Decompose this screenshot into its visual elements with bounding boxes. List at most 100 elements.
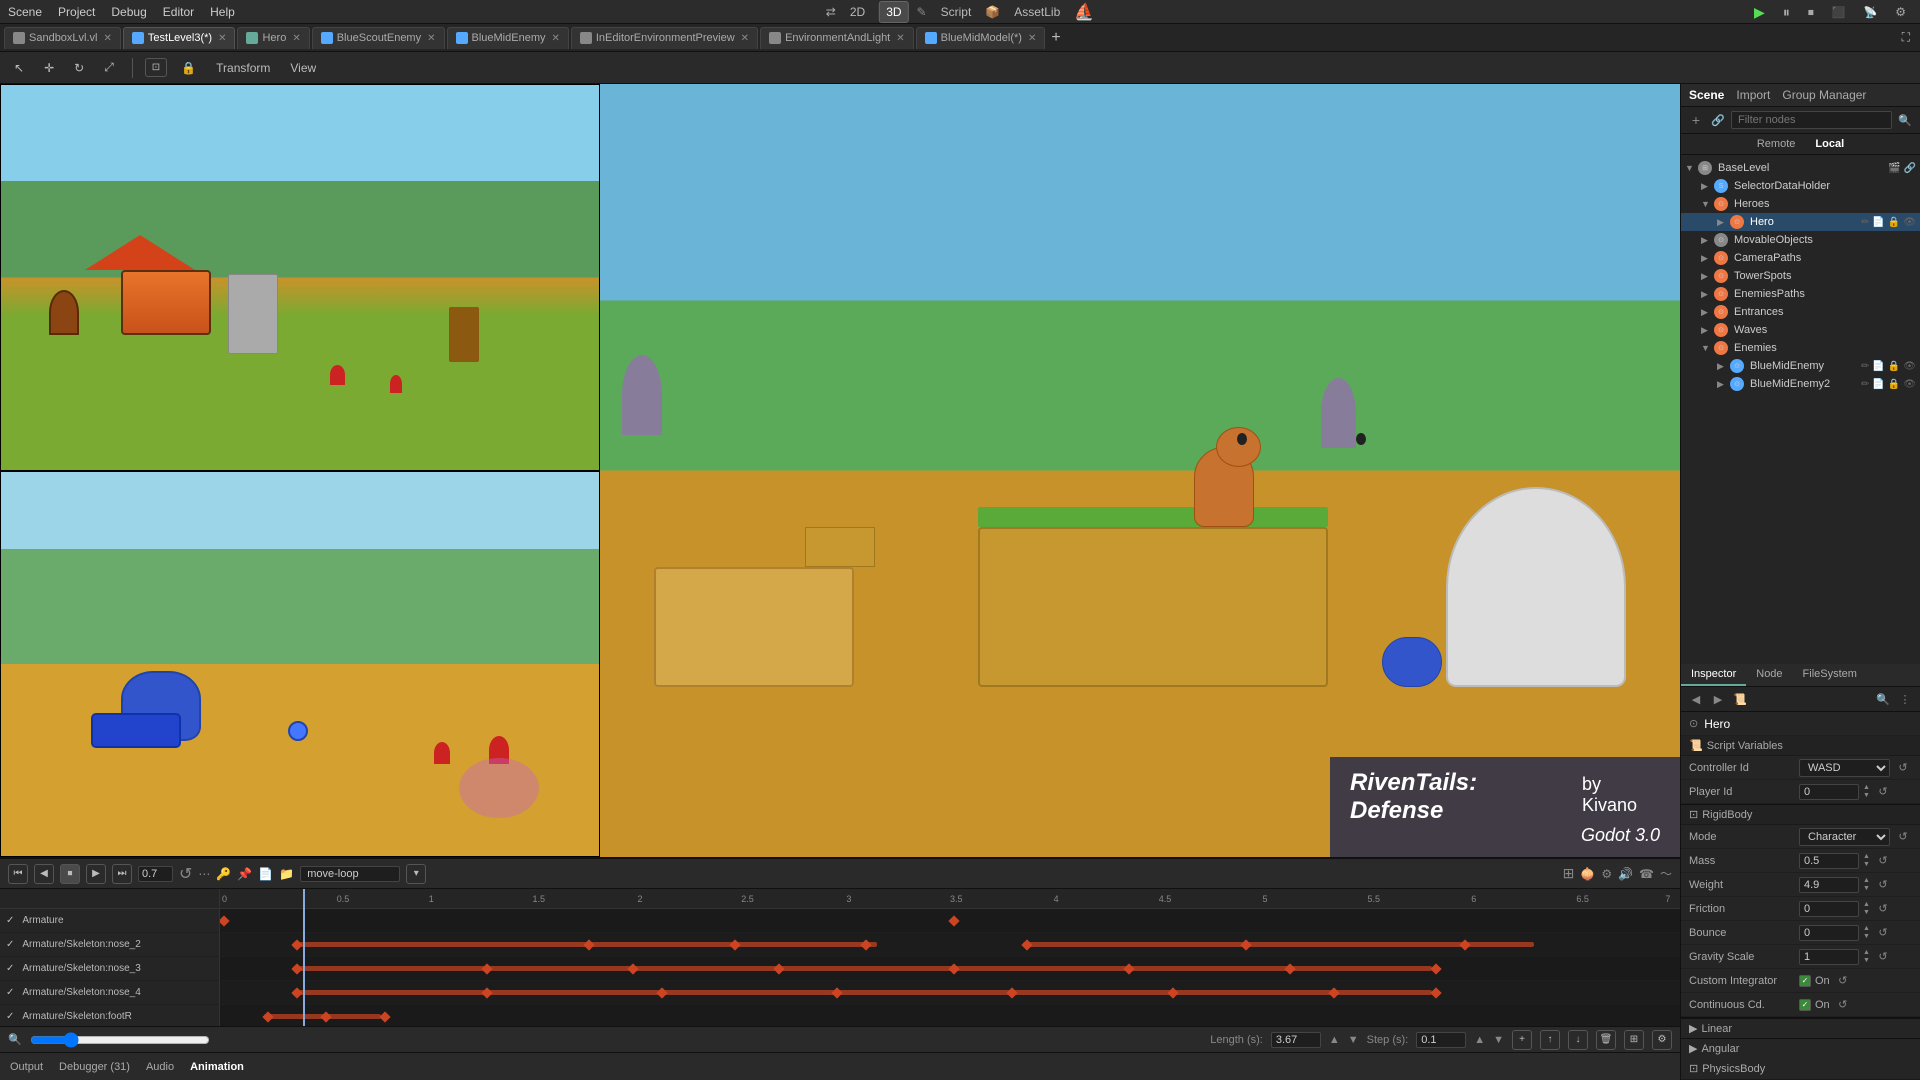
playerid-input[interactable]: [1799, 784, 1859, 800]
anim-settings-icon[interactable]: ⚙: [1601, 867, 1612, 881]
anim-move-down-btn[interactable]: ↓: [1568, 1030, 1588, 1050]
remote-debug-button[interactable]: 📡: [1858, 3, 1884, 22]
mode-2d-button[interactable]: 2D: [844, 2, 871, 22]
tree-item-baselevel[interactable]: ▼ ⊞ BaseLevel 🎬🔗: [1681, 159, 1920, 177]
select-mode-button[interactable]: ↖: [8, 58, 30, 78]
anim-onion-icon[interactable]: 🧅: [1580, 867, 1595, 881]
filter-clear-button[interactable]: 🔍: [1896, 111, 1914, 129]
anim-down-icon[interactable]: ▼: [1348, 1034, 1359, 1046]
bounce-reset-btn[interactable]: ↺: [1874, 924, 1892, 942]
anim-time-input[interactable]: [138, 866, 173, 882]
anim-keys-icon[interactable]: 🔑: [216, 867, 231, 881]
anim-loop-icon[interactable]: ↺: [179, 864, 192, 884]
tab-bluemidmodel[interactable]: BlueMidModel(*) ✕: [916, 27, 1046, 49]
add-tab-button[interactable]: +: [1047, 29, 1064, 47]
linear-section[interactable]: ▶ Linear: [1681, 1018, 1920, 1038]
weight-input[interactable]: [1799, 877, 1859, 893]
tree-item-bluemidenemy2[interactable]: ▶ ⊙ BlueMidEnemy2 ✏ 📄 🔒 👁: [1681, 375, 1920, 393]
inspector-more-btn[interactable]: ⋮: [1896, 690, 1914, 708]
transform-label-btn[interactable]: Transform: [210, 58, 276, 78]
viewport-bottom-left[interactable]: [0, 471, 600, 858]
menu-editor[interactable]: Editor: [163, 5, 194, 19]
continuouscd-checkbox[interactable]: ✓: [1799, 999, 1811, 1011]
inspector-tab-inspector[interactable]: Inspector: [1681, 664, 1746, 686]
inspector-tab-filesystem[interactable]: FileSystem: [1793, 664, 1867, 686]
gravityscale-spinner[interactable]: ▲ ▼: [1863, 949, 1870, 965]
menu-help[interactable]: Help: [210, 5, 235, 19]
track-check-nose4[interactable]: ✓: [6, 987, 14, 998]
hero-lock-icon[interactable]: 🔒: [1888, 217, 1900, 228]
tree-item-bluemidenemy[interactable]: ▶ ⊙ BlueMidEnemy ✏ 📄 🔒 👁: [1681, 357, 1920, 375]
weight-spinner[interactable]: ▲ ▼: [1863, 877, 1870, 893]
tree-item-enemiespaths[interactable]: ▶ ⊙ EnemiesPaths: [1681, 285, 1920, 303]
friction-input[interactable]: [1799, 901, 1859, 917]
viewport-top-left[interactable]: [0, 84, 600, 471]
keyframe-track-nose3[interactable]: [220, 957, 1680, 981]
controllerid-reset-btn[interactable]: ↺: [1894, 759, 1912, 777]
mass-reset-btn[interactable]: ↺: [1874, 852, 1892, 870]
bluemidenemy-script-icon[interactable]: 📄: [1872, 361, 1884, 372]
bluemidenemy2-script-icon[interactable]: 📄: [1872, 379, 1884, 390]
inspector-prev-btn[interactable]: ◀: [1687, 690, 1705, 708]
local-tab[interactable]: Local: [1815, 138, 1844, 150]
tab-close-bluemidenemy[interactable]: ✕: [551, 33, 559, 44]
anim-next-frame[interactable]: ⏭: [112, 864, 132, 884]
bluemidenemy2-eye-icon[interactable]: 👁: [1903, 379, 1916, 390]
add-node-button[interactable]: +: [1687, 111, 1705, 129]
anim-load-icon[interactable]: 📁: [279, 867, 294, 881]
remote-tab[interactable]: Remote: [1757, 138, 1796, 150]
hero-script-icon[interactable]: 📄: [1872, 217, 1884, 228]
gravityscale-reset-btn[interactable]: ↺: [1874, 948, 1892, 966]
hero-edit-icon[interactable]: ✏: [1861, 217, 1869, 228]
step-button[interactable]: ⬛: [1826, 3, 1852, 22]
attach-script-button[interactable]: 🔗: [1709, 111, 1727, 129]
bluemidenemy-edit-icon[interactable]: ✏: [1861, 361, 1869, 372]
tab-close-bluescoutenemy[interactable]: ✕: [427, 33, 435, 44]
tree-item-hero[interactable]: ▶ ⊙ Hero ✏ 📄 🔒 👁: [1681, 213, 1920, 231]
playerid-reset-btn[interactable]: ↺: [1874, 783, 1892, 801]
tree-item-towerspots[interactable]: ▶ ⊙ TowerSpots: [1681, 267, 1920, 285]
anim-zoom-slider[interactable]: [30, 1032, 210, 1048]
scene-tab-import[interactable]: Import: [1736, 88, 1770, 102]
bounce-spinner[interactable]: ▲ ▼: [1863, 925, 1870, 941]
anim-up2-icon[interactable]: ▲: [1474, 1034, 1485, 1046]
anim-delete-track-btn[interactable]: 🗑: [1596, 1030, 1616, 1050]
anim-length-input[interactable]: [1271, 1032, 1321, 1048]
angular-section[interactable]: ▶ Angular: [1681, 1038, 1920, 1058]
anim-audio-icon[interactable]: 🔊: [1618, 867, 1633, 881]
script-button[interactable]: Script: [935, 2, 978, 22]
tree-item-heroes[interactable]: ▼ ⊙ Heroes: [1681, 195, 1920, 213]
inspector-tab-node[interactable]: Node: [1746, 664, 1792, 686]
tab-ineditorenv[interactable]: InEditorEnvironmentPreview ✕: [571, 27, 758, 49]
bluemidenemy-lock-icon[interactable]: 🔒: [1888, 361, 1900, 372]
anim-add-icon[interactable]: 📄: [258, 867, 273, 881]
anim-up-icon[interactable]: ▲: [1329, 1034, 1340, 1046]
anim-bezier2-icon[interactable]: 〜: [1660, 865, 1672, 882]
tab-bluemidenemy[interactable]: BlueMidEnemy ✕: [447, 27, 569, 49]
tree-item-enemies[interactable]: ▼ ⊙ Enemies: [1681, 339, 1920, 357]
tab-close-hero[interactable]: ✕: [292, 33, 300, 44]
anim-play[interactable]: ▶: [86, 864, 106, 884]
bluemidenemy2-lock-icon[interactable]: 🔒: [1888, 379, 1900, 390]
keyframe-track-nose2[interactable]: [220, 933, 1680, 957]
continuouscd-reset-btn[interactable]: ↺: [1834, 996, 1852, 1014]
assetlib-button[interactable]: AssetLib: [1008, 2, 1066, 22]
anim-stop[interactable]: ⏹: [60, 864, 80, 884]
mass-input[interactable]: [1799, 853, 1859, 869]
viewport-right[interactable]: RivenTails: Defense by Kivano Godot 3.0: [600, 84, 1680, 857]
anim-settings2-btn[interactable]: ⚙: [1652, 1030, 1672, 1050]
output-tab-audio[interactable]: Audio: [146, 1061, 174, 1073]
tree-item-selectordataholder[interactable]: ▶ S SelectorDataHolder: [1681, 177, 1920, 195]
timeline-playhead[interactable]: [303, 889, 305, 1026]
tab-testlevel3[interactable]: TestLevel3(*) ✕: [123, 27, 236, 49]
bounce-input[interactable]: [1799, 925, 1859, 941]
anim-zoom-out-icon[interactable]: 🔍: [8, 1033, 22, 1046]
stop-button[interactable]: ⏹: [1802, 2, 1820, 23]
maximize-viewport-button[interactable]: ⛶: [1896, 27, 1916, 48]
tab-close-envlight[interactable]: ✕: [896, 33, 904, 44]
anim-snap-icon[interactable]: 📌: [237, 867, 252, 881]
playerid-spinner[interactable]: ▲ ▼: [1863, 784, 1870, 800]
move-mode-button[interactable]: ✛: [38, 58, 60, 78]
menu-scene[interactable]: Scene: [8, 5, 42, 19]
tree-item-waves[interactable]: ▶ ⊙ Waves: [1681, 321, 1920, 339]
